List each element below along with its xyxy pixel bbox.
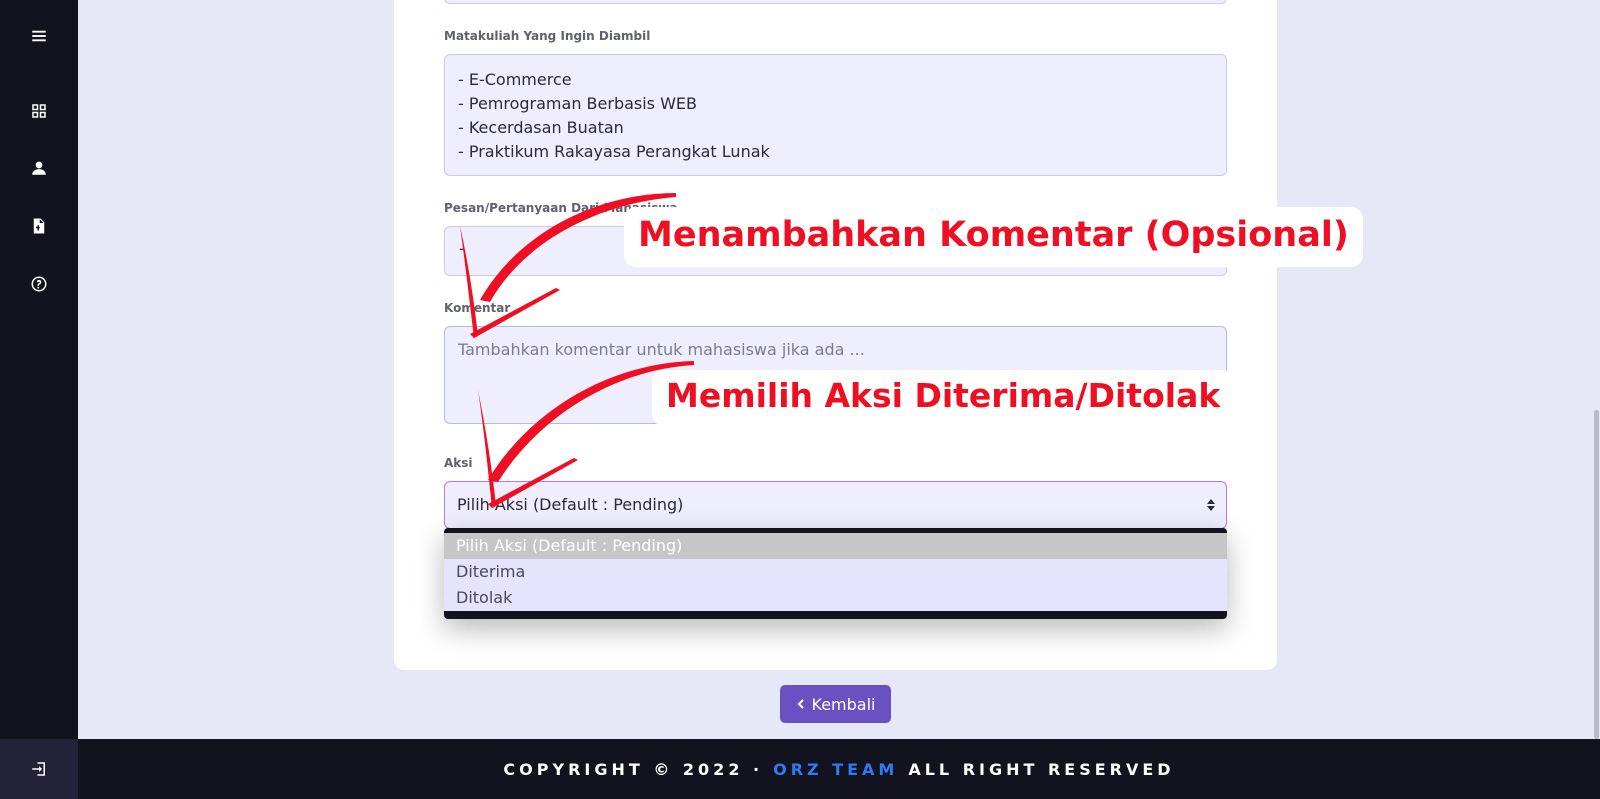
dashboard-icon[interactable] — [27, 99, 51, 123]
footer: COPYRIGHT © 2022 · ORZ TEAM ALL RIGHT RE… — [78, 739, 1600, 799]
footer-rights: ALL RIGHT RESERVED — [908, 759, 1175, 779]
logout-button[interactable] — [0, 739, 78, 799]
footer-copyright: COPYRIGHT © 2022 · — [503, 759, 764, 779]
scrollbar-thumb[interactable] — [1594, 410, 1599, 739]
user-icon[interactable] — [27, 156, 51, 180]
aksi-select[interactable]: Pilih Aksi (Default : Pending) — [444, 481, 1227, 529]
pesan-value: - — [459, 239, 465, 258]
help-icon[interactable] — [27, 272, 51, 296]
chevron-left-icon — [797, 699, 804, 709]
file-icon[interactable] — [27, 214, 51, 238]
matakuliah-item: - E-Commerce — [458, 70, 572, 89]
matakuliah-item: - Pemrograman Berbasis WEB — [458, 94, 698, 113]
back-button[interactable]: Kembali — [780, 685, 891, 723]
callout-aksi: Memilih Aksi Diterima/Ditolak — [652, 370, 1235, 426]
aksi-option-diterima[interactable]: Diterima — [444, 559, 1227, 585]
aksi-dropdown: Pilih Aksi (Default : Pending) Diterima … — [444, 528, 1227, 619]
select-arrows-icon — [1207, 499, 1215, 511]
menu-icon[interactable] — [27, 24, 51, 48]
back-button-label: Kembali — [811, 694, 876, 714]
callout-komentar: Menambahkan Komentar (Opsional) — [624, 207, 1363, 267]
matakuliah-field: - E-Commerce - Pemrograman Berbasis WEB … — [444, 54, 1227, 176]
aksi-label: Aksi — [444, 456, 473, 470]
footer-team-link[interactable]: ORZ TEAM — [773, 760, 898, 779]
komentar-placeholder: Tambahkan komentar untuk mahasiswa jika … — [458, 340, 865, 359]
aksi-option-ditolak[interactable]: Ditolak — [444, 585, 1227, 611]
aksi-option-pending[interactable]: Pilih Aksi (Default : Pending) — [444, 533, 1227, 559]
matakuliah-item: - Kecerdasan Buatan — [458, 118, 624, 137]
aksi-selected-value: Pilih Aksi (Default : Pending) — [457, 495, 684, 514]
sidebar — [0, 0, 78, 799]
scrollbar[interactable] — [1592, 0, 1600, 739]
logout-icon — [32, 762, 45, 776]
matakuliah-label: Matakuliah Yang Ingin Diambil — [444, 29, 651, 43]
komentar-label: Komentar — [444, 301, 511, 315]
previous-field — [444, 0, 1227, 4]
matakuliah-item: - Praktikum Rakayasa Perangkat Lunak — [458, 142, 770, 161]
